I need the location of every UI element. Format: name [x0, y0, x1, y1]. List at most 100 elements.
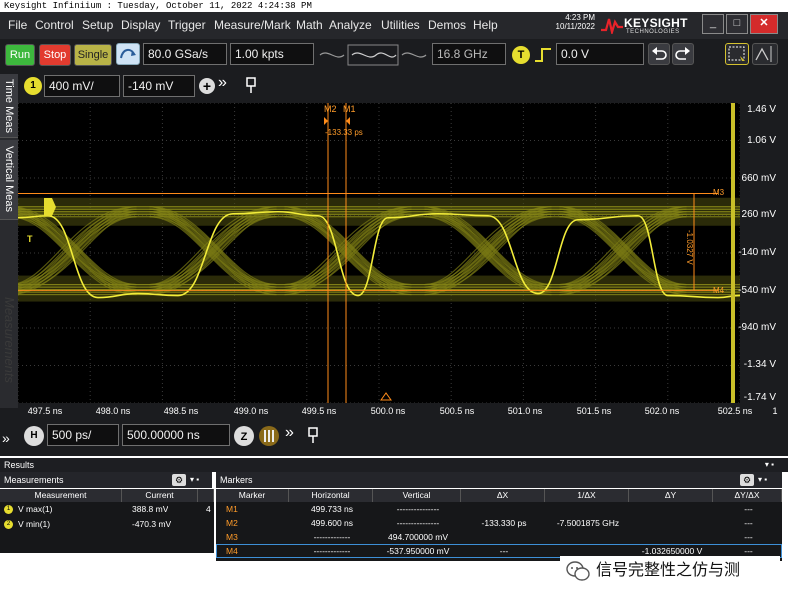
wechat-icon [566, 561, 590, 581]
col-header-vertical: Vertical [373, 489, 461, 502]
window-title: Keysight Infiniium : Tuesday, October 11… [0, 0, 788, 12]
x-tick-label: 500.0 ns [370, 406, 406, 416]
y-tick-label: -1.34 V [743, 359, 776, 370]
marker-arrow [324, 117, 328, 125]
menu-trigger[interactable]: Trigger [168, 18, 206, 32]
autoscale-button[interactable] [116, 43, 140, 65]
x-tick-label: 1 [772, 406, 778, 416]
trigger-level-field[interactable]: 0.0 V [556, 43, 644, 65]
keysight-wave-icon [601, 18, 623, 34]
panel-menu-icon[interactable]: ▾ ▪ [758, 472, 767, 488]
marker-name: M1 [226, 504, 238, 514]
single-button[interactable]: Single [74, 44, 112, 66]
col-header-delta-x: ΔX [461, 489, 545, 502]
channel-1-badge[interactable]: 1 [24, 77, 42, 95]
rising-edge-icon[interactable] [533, 45, 553, 65]
marker-cell: 494.700000 mV [387, 532, 449, 542]
expand-channels-button[interactable]: » [218, 74, 227, 92]
stop-button[interactable]: Stop [39, 44, 71, 66]
menu-demos[interactable]: Demos [428, 18, 466, 32]
menu-math[interactable]: Math [296, 18, 323, 32]
measurement-current: -470.3 mV [132, 519, 172, 529]
marker-delta-y-label: -1.0327 V [685, 230, 694, 265]
marker-cell [633, 503, 711, 516]
menu-display[interactable]: Display [121, 18, 160, 32]
wechat-watermark: 信号完整性之仿与测 [560, 556, 780, 586]
marker-cell: -537.950000 mV [386, 546, 450, 556]
measurements-title: Measurements [4, 475, 64, 485]
trigger-time-marker [380, 392, 392, 401]
trigger-level-indicator[interactable]: T [27, 234, 33, 244]
settings-gear-icon[interactable]: ⚙ [172, 474, 186, 486]
channel-ground-marker-icon[interactable] [44, 198, 56, 216]
minimize-button[interactable]: _ [702, 14, 724, 34]
menu-file[interactable]: File [8, 18, 27, 32]
pin-icon[interactable] [244, 76, 258, 94]
timebase-position-field[interactable]: 500.00000 ns [122, 424, 230, 446]
marker-cell: 499.600 ns [310, 518, 354, 528]
col-header-horizontal: Horizontal [289, 489, 373, 502]
x-tick-label: 502.5 ns [717, 406, 753, 416]
bandwidth-field[interactable]: 16.8 GHz [432, 43, 506, 65]
col-header-extra [198, 489, 214, 502]
marker-m4-label: M4 [713, 286, 725, 295]
memory-depth-field[interactable]: 1.00 kpts [230, 43, 314, 65]
close-button[interactable]: ✕ [750, 14, 778, 34]
menu-setup[interactable]: Setup [82, 18, 113, 32]
undo-button[interactable] [648, 43, 670, 65]
y-tick-label: -140 mV [738, 247, 776, 258]
results-menu-icon[interactable]: ▾ ▪ [765, 458, 774, 472]
waveform-display[interactable] [18, 103, 740, 403]
watermark-text: 信号完整性之仿与测 [596, 562, 741, 579]
logo-brand: KEYSIGHT [624, 16, 688, 30]
marker-cell [549, 503, 627, 516]
tab-vertical-meas[interactable]: Vertical Meas [0, 140, 18, 220]
x-tick-label: 500.5 ns [439, 406, 475, 416]
tab-time-meas[interactable]: Time Meas [0, 74, 18, 138]
menu-control[interactable]: Control [35, 18, 74, 32]
marker-tool-button[interactable] [752, 43, 778, 65]
marker-name: M3 [226, 532, 238, 542]
x-tick-label: 498.0 ns [95, 406, 131, 416]
marker-cell: ------------- [313, 546, 351, 556]
logo-sub: TECHNOLOGIES [626, 29, 680, 35]
maximize-button[interactable]: □ [726, 14, 748, 34]
zoom-button[interactable]: Z [234, 426, 254, 446]
marker-cell: -7.5001875 GHz [556, 518, 620, 528]
markers-title: Markers [220, 475, 253, 485]
timebase-scale-field[interactable]: 500 ps/ [47, 424, 119, 446]
marker-tool-icon [755, 46, 772, 62]
add-waveform-button[interactable]: + [199, 78, 215, 94]
run-button[interactable]: Run [5, 44, 35, 66]
pin-icon[interactable] [306, 426, 320, 444]
marker-delta-x-label: -133.33 ps [325, 128, 363, 137]
horizontal-settings-button[interactable] [259, 426, 279, 446]
measurement-name: V max(1) [18, 504, 53, 514]
measurement-extra: 4 [206, 504, 211, 514]
markers-table: Marker Horizontal Vertical ΔX 1/ΔX ΔY ΔY… [216, 489, 782, 561]
col-header-inverse-delta-x: 1/ΔX [545, 489, 629, 502]
trigger-badge[interactable]: T [512, 46, 530, 64]
x-tick-label: 502.0 ns [644, 406, 680, 416]
vertical-offset-field[interactable]: -140 mV [123, 75, 195, 97]
zoom-box-button[interactable] [725, 43, 749, 65]
bandwidth-filter-icon[interactable] [318, 44, 430, 66]
vertical-scale-field[interactable]: 400 mV/ [44, 75, 120, 97]
menu-utilities[interactable]: Utilities [381, 18, 420, 32]
menu-help[interactable]: Help [473, 18, 498, 32]
horizontal-badge[interactable]: H [24, 426, 44, 446]
panel-menu-icon[interactable]: ▾ ▪ [190, 472, 199, 488]
results-title: Results [4, 460, 35, 470]
expand-horizontal-button[interactable]: » [285, 424, 294, 442]
sample-rate-field[interactable]: 80.0 GSa/s [143, 43, 227, 65]
marker-m1-label: M1 [343, 104, 356, 114]
menu-measure-mark[interactable]: Measure/Mark [214, 18, 291, 32]
measurements-panel-header: Measurements ⚙ ▾ ▪ [0, 472, 212, 488]
redo-button[interactable] [672, 43, 694, 65]
menu-analyze[interactable]: Analyze [329, 18, 372, 32]
collapse-sidebar-button[interactable]: » [2, 430, 18, 448]
marker-m3-label: M3 [713, 188, 725, 197]
settings-gear-icon[interactable]: ⚙ [740, 474, 754, 486]
y-tick-label: 1.06 V [747, 135, 776, 146]
channel-1-scale-bar [731, 103, 735, 403]
